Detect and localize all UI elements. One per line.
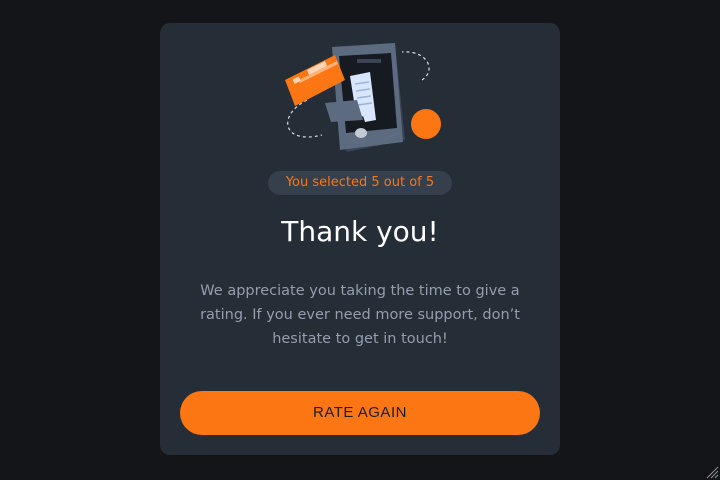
thank-you-card: You selected 5 out of 5 Thank you! We ap… <box>160 23 560 455</box>
thank-you-title: Thank you! <box>281 215 439 248</box>
rate-again-button[interactable]: RATE AGAIN <box>180 391 540 435</box>
thank-you-message: We appreciate you taking the time to giv… <box>200 283 520 347</box>
phone-payment-receipt-icon <box>285 43 441 152</box>
resize-grip-icon[interactable] <box>705 465 719 479</box>
rating-selection-badge: You selected 5 out of 5 <box>268 171 452 195</box>
